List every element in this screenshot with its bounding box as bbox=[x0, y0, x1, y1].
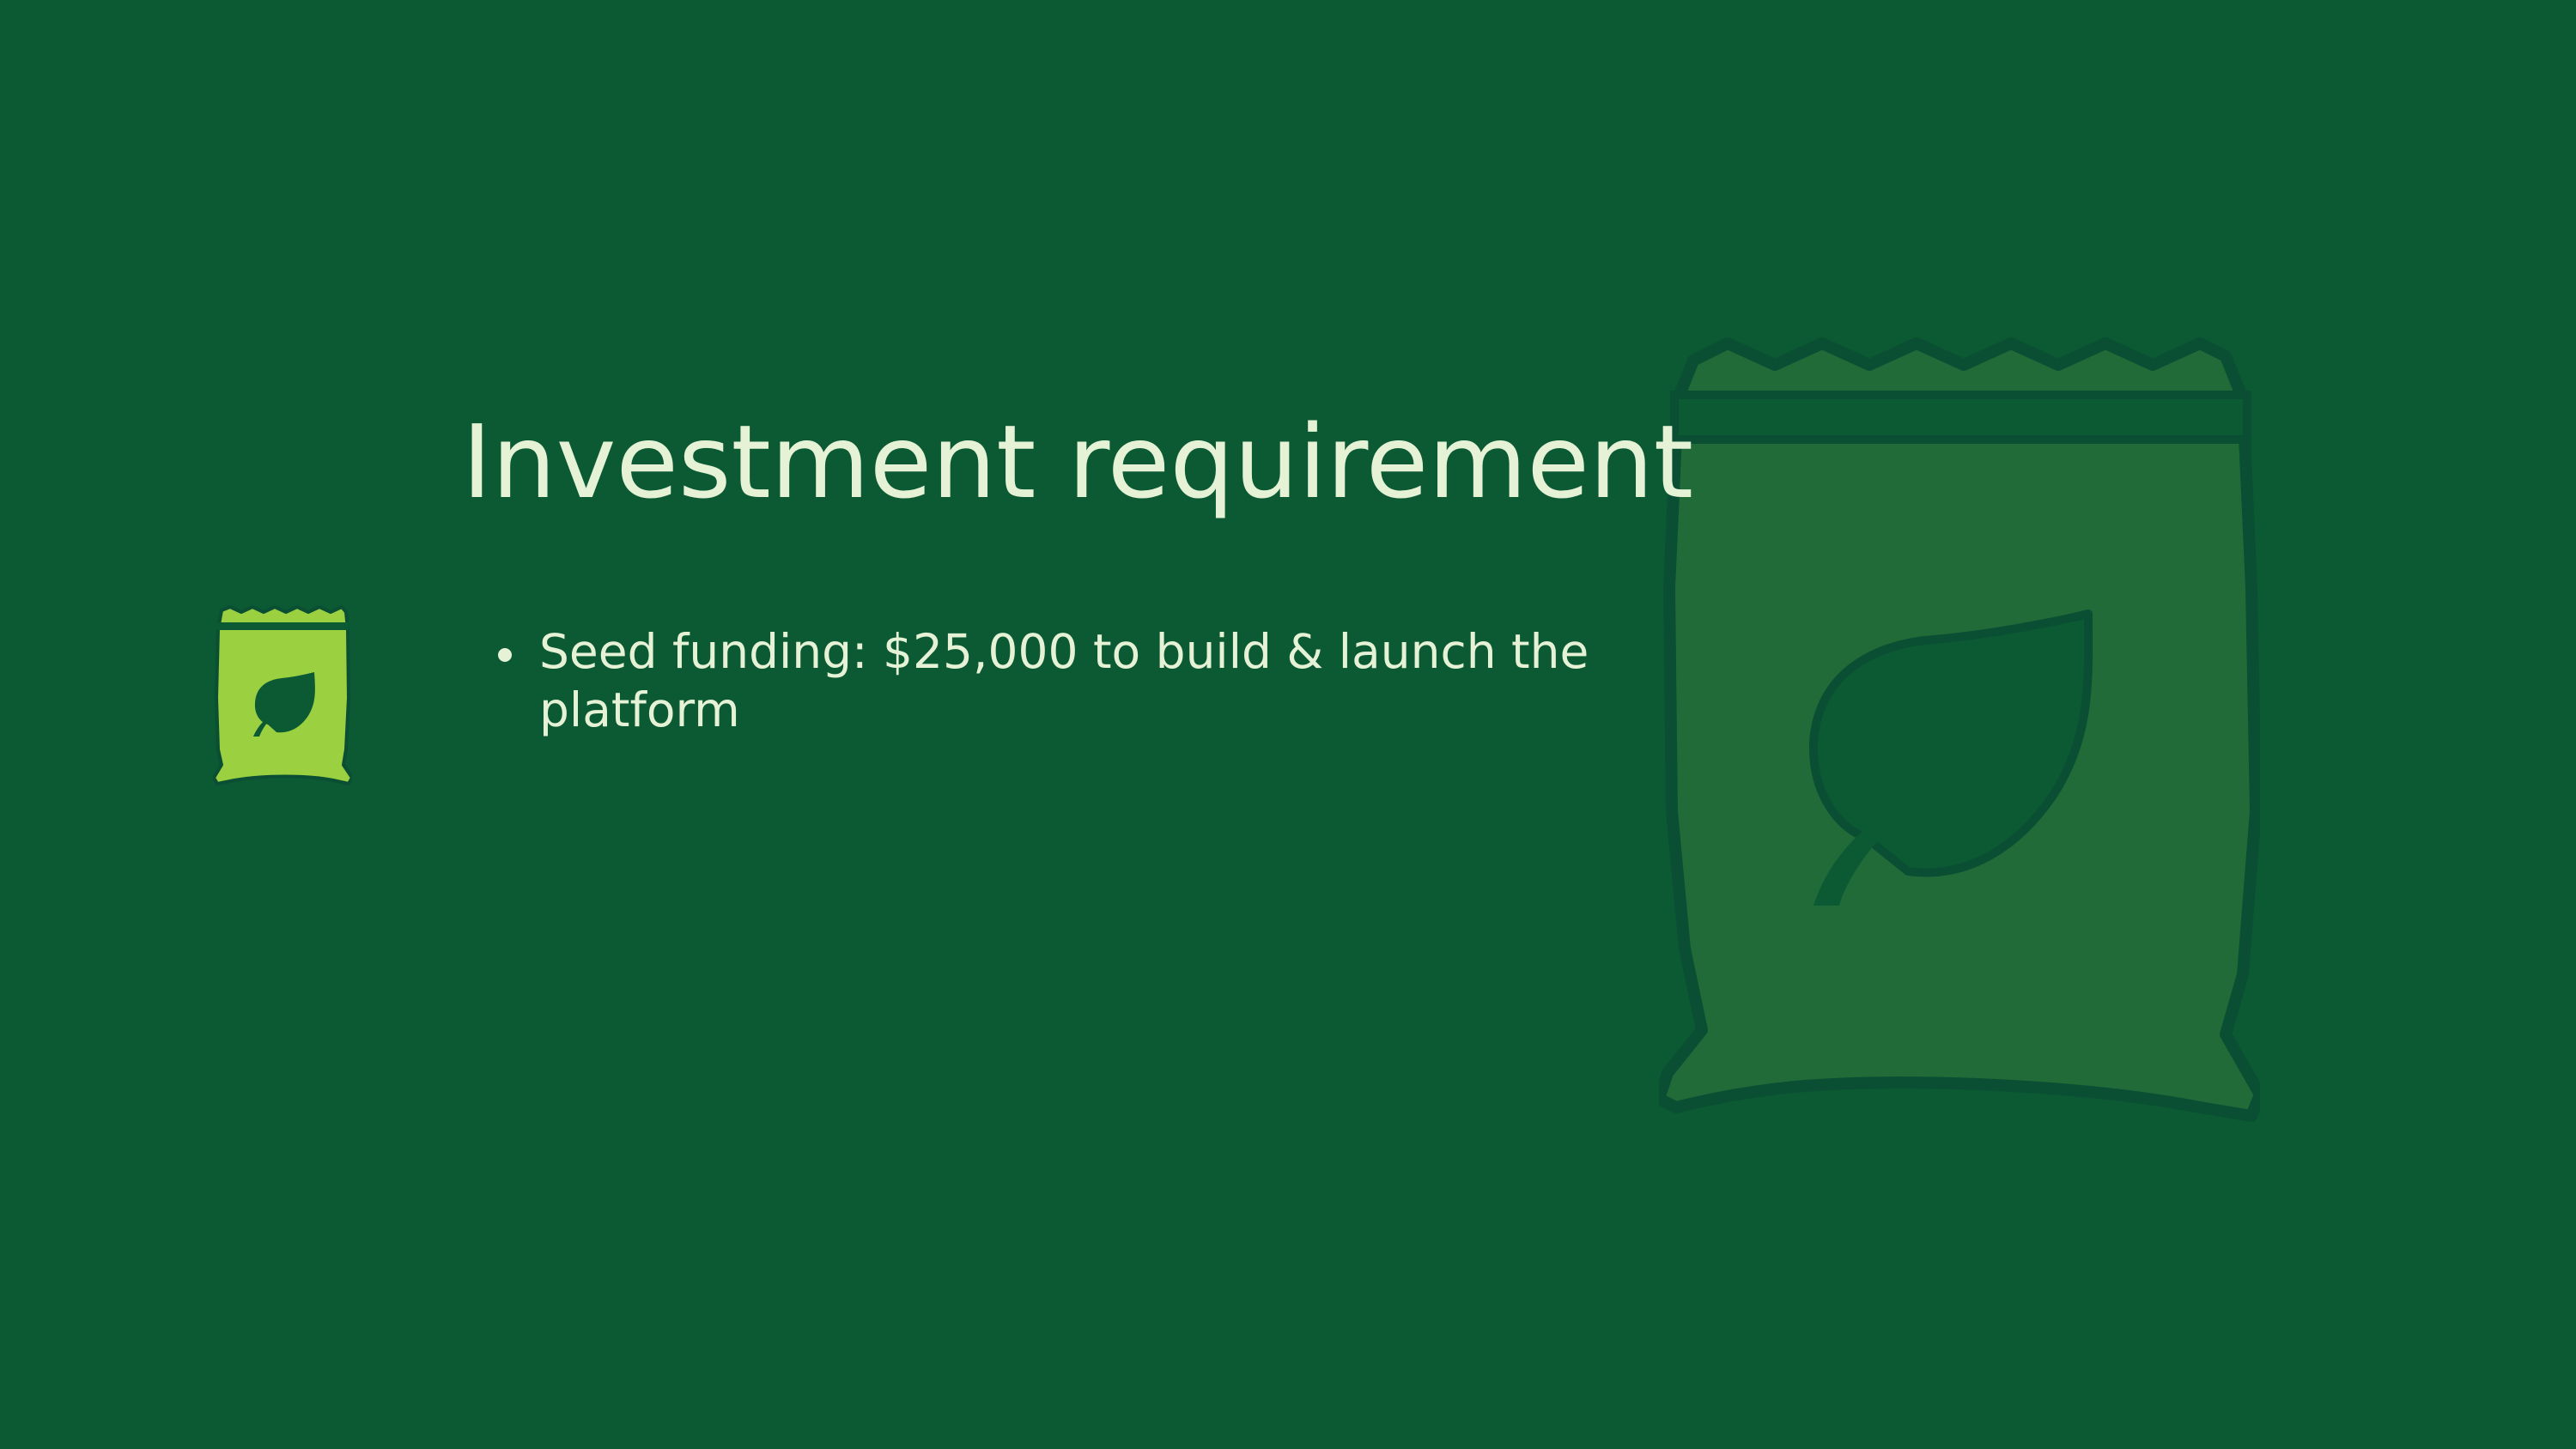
bullet-list: Seed funding: $25,000 to build & launch … bbox=[498, 622, 1631, 739]
slide: Investment requirement Seed funding: $25… bbox=[0, 0, 2576, 1449]
list-item: Seed funding: $25,000 to build & launch … bbox=[498, 622, 1631, 739]
bullet-icon bbox=[498, 648, 512, 662]
seed-bag-leaf-icon bbox=[1659, 337, 2260, 1122]
bullet-text: Seed funding: $25,000 to build & launch … bbox=[539, 624, 1589, 737]
seed-bag-leaf-icon bbox=[213, 605, 352, 785]
slide-title: Investment requirement bbox=[462, 403, 1693, 521]
